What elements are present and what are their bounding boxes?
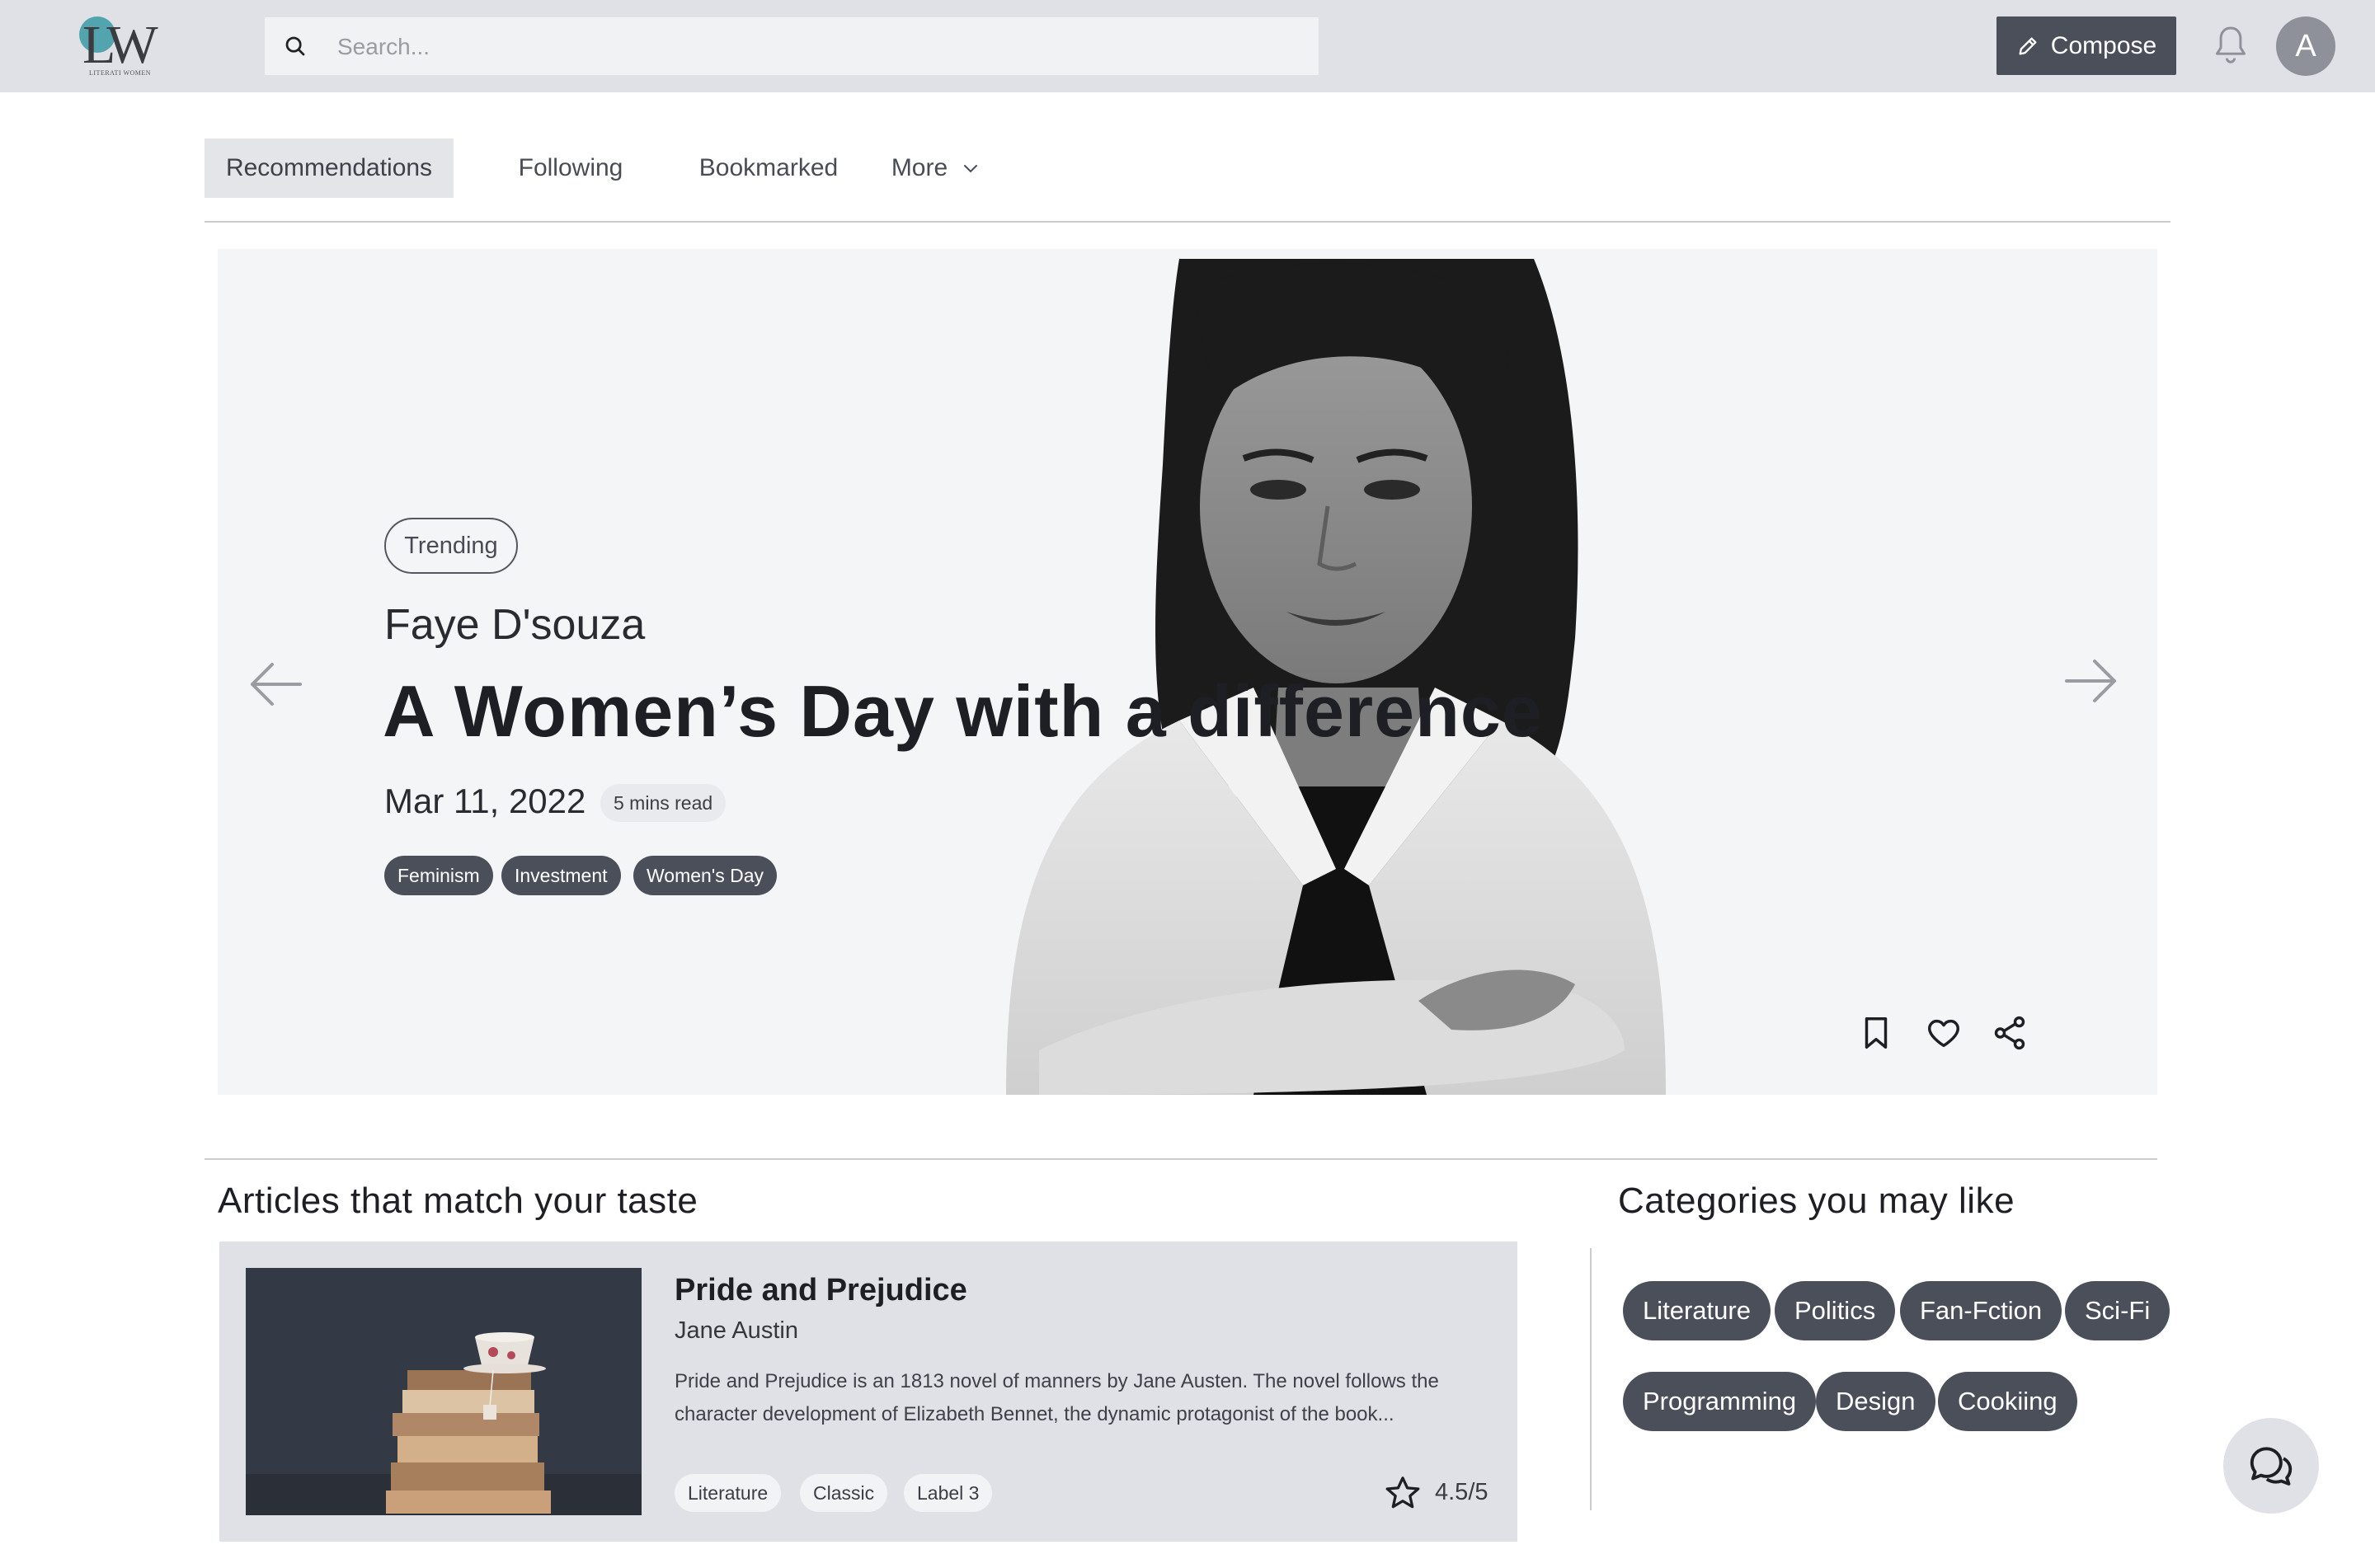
carousel-next-arrow-icon[interactable]	[2062, 656, 2119, 706]
column-divider	[1590, 1248, 1592, 1510]
compose-button[interactable]: Compose	[1996, 16, 2176, 75]
hero-tag[interactable]: Feminism	[384, 856, 493, 895]
article-thumbnail-image	[246, 1268, 642, 1515]
article-title[interactable]: Pride and Prejudice	[675, 1273, 967, 1308]
search-icon	[285, 36, 305, 56]
article-description: Pride and Prejudice is an 1813 novel of …	[675, 1370, 1439, 1425]
search-input[interactable]	[336, 17, 1304, 77]
tab-more[interactable]: More	[882, 138, 990, 198]
category-chip[interactable]: Programming	[1623, 1372, 1817, 1431]
category-chip[interactable]: Politics	[1775, 1281, 1896, 1340]
article-label[interactable]: Classic	[800, 1474, 888, 1512]
bookmark-icon[interactable]	[1857, 1014, 1895, 1052]
category-chip[interactable]: Sci-Fi	[2065, 1281, 2170, 1340]
hero-title[interactable]: A Women’s Day with a difference	[383, 669, 1543, 753]
heart-icon[interactable]	[1925, 1014, 1963, 1052]
article-card[interactable]: Pride and Prejudice Jane Austin Pride an…	[219, 1242, 1517, 1542]
hero-tag[interactable]: Investment	[501, 856, 621, 895]
search-bar[interactable]	[265, 17, 1319, 77]
logo[interactable]: LW LITERATI WOMEN	[78, 15, 160, 81]
hero-tag[interactable]: Women's Day	[633, 856, 778, 895]
star-icon[interactable]	[1384, 1474, 1422, 1512]
category-chip[interactable]: Literature	[1623, 1281, 1771, 1340]
logo-subtitle: LITERATI WOMEN	[89, 69, 152, 77]
tabs-divider	[205, 221, 2170, 223]
share-icon[interactable]	[1991, 1014, 2029, 1052]
pencil-icon	[2019, 37, 2037, 55]
category-chip[interactable]: Fan-Fction	[1900, 1281, 2062, 1340]
tab-bookmarked[interactable]: Bookmarked	[686, 138, 851, 198]
chat-icon	[2250, 1447, 2293, 1486]
logo-text: LW	[82, 15, 158, 75]
chat-button[interactable]	[2223, 1418, 2319, 1514]
articles-section-title: Articles that match your taste	[218, 1181, 698, 1221]
tab-more-label: More	[891, 154, 948, 181]
hero-author[interactable]: Faye D'souza	[384, 600, 645, 650]
tab-recommendations[interactable]: Recommendations	[205, 138, 454, 198]
section-divider	[205, 1158, 2157, 1160]
chevron-down-icon	[964, 165, 978, 173]
article-label[interactable]: Label 3	[904, 1474, 993, 1512]
category-chip[interactable]: Cookiing	[1938, 1372, 2077, 1431]
hero-date: Mar 11, 2022	[384, 782, 586, 820]
article-rating: 4.5/5	[1435, 1479, 1488, 1505]
article-label[interactable]: Literature	[675, 1474, 782, 1512]
notification-bell-icon[interactable]	[2213, 23, 2249, 69]
carousel-prev-arrow-icon[interactable]	[247, 660, 305, 709]
read-time-badge: 5 mins read	[600, 784, 727, 822]
category-chip[interactable]: Design	[1816, 1372, 1935, 1431]
categories-section-title: Categories you may like	[1618, 1181, 2015, 1221]
tab-following[interactable]: Following	[495, 138, 647, 198]
user-avatar[interactable]: A	[2276, 16, 2335, 76]
trending-badge: Trending	[384, 518, 518, 574]
compose-label: Compose	[2050, 31, 2157, 59]
article-author[interactable]: Jane Austin	[675, 1317, 798, 1345]
